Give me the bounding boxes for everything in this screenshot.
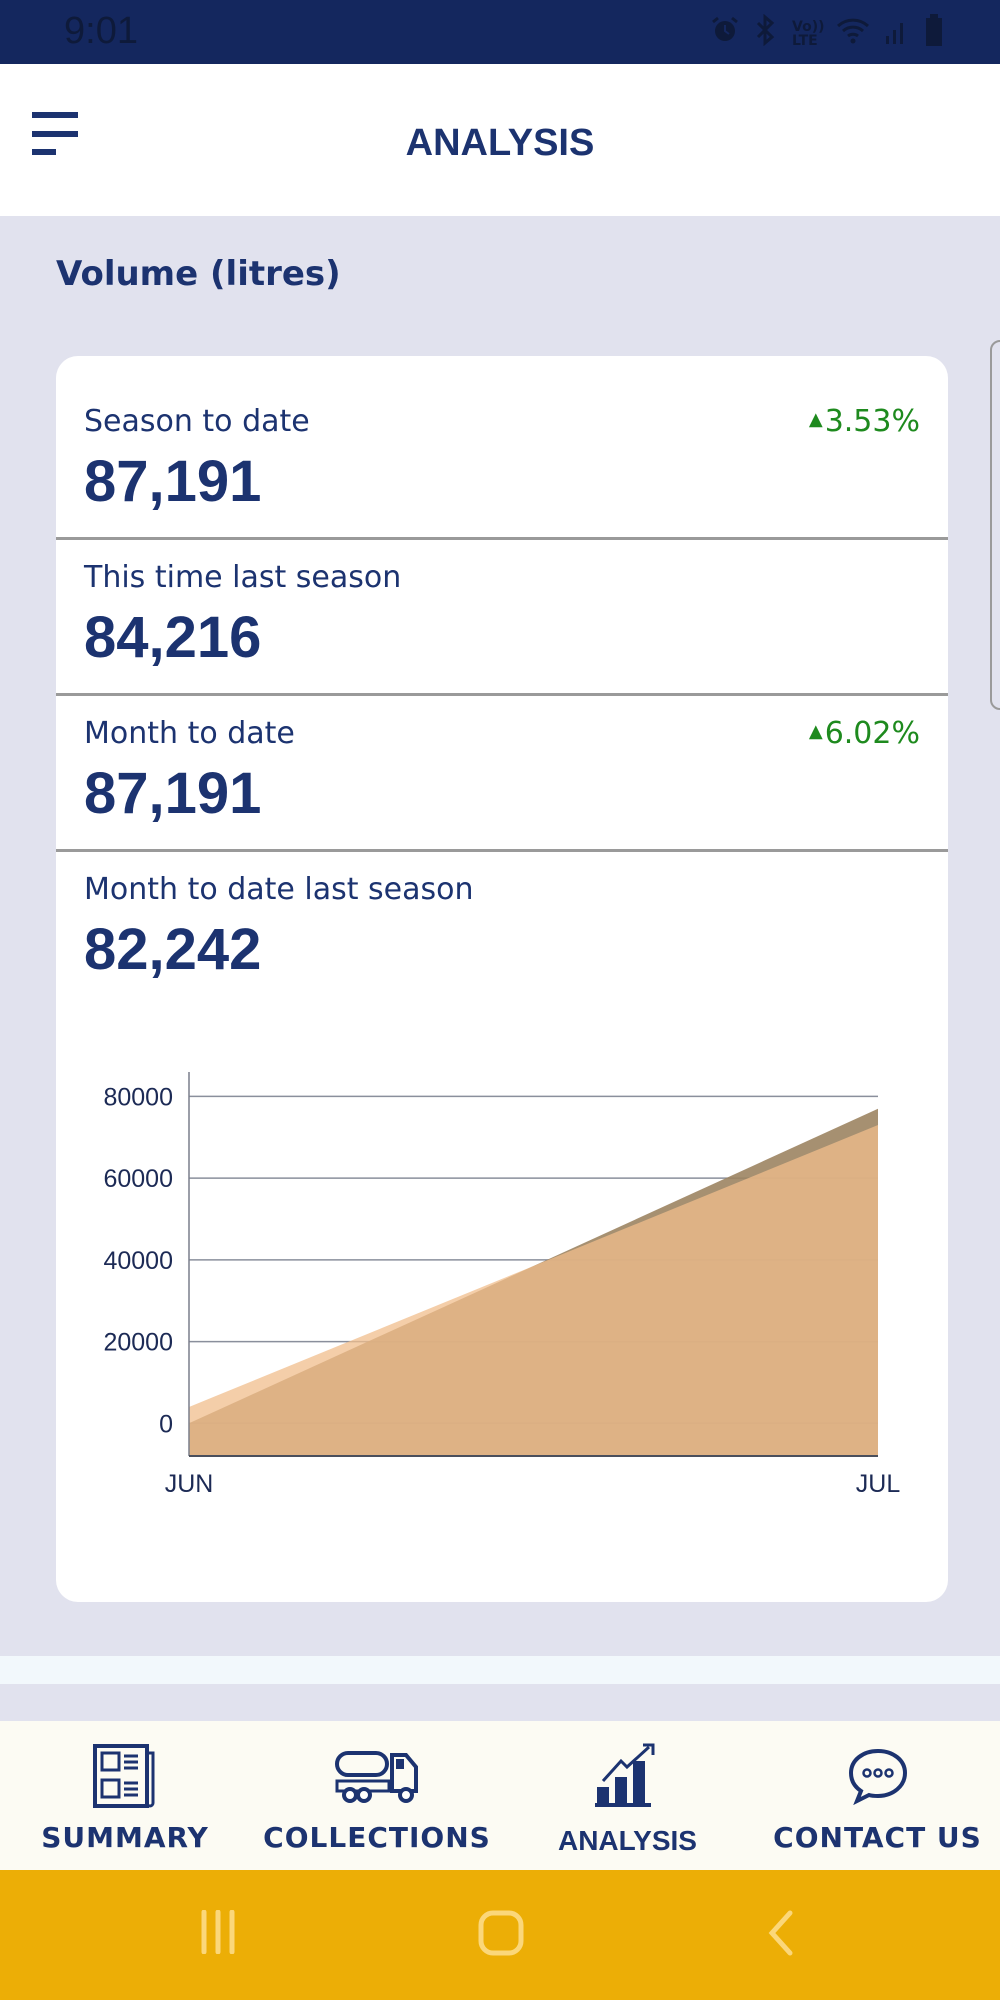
nav-collections[interactable]: COLLECTIONS xyxy=(262,1721,492,1870)
y-tick-label: 20000 xyxy=(103,1329,173,1357)
stat-label: Season to date xyxy=(84,404,310,439)
stat-month-to-date: Month to date ▲6.02% 87,191 xyxy=(56,696,948,850)
wifi-icon xyxy=(836,16,870,51)
stat-season-to-date: Season to date ▲3.53% 87,191 xyxy=(56,356,948,538)
edge-panel-handle[interactable] xyxy=(990,340,1000,710)
stat-month-to-date-last-season: Month to date last season 82,242 xyxy=(56,852,948,1012)
stat-value: 87,191 xyxy=(84,761,262,826)
delta-badge: ▲3.53% xyxy=(808,404,920,439)
y-tick-label: 40000 xyxy=(103,1247,173,1275)
nav-label: ANALYSIS xyxy=(557,1825,697,1856)
signal-icon xyxy=(884,16,910,51)
chat-bubble-icon xyxy=(833,1741,923,1811)
stat-label: Month to date xyxy=(84,716,295,751)
stat-label: Month to date last season xyxy=(84,872,474,907)
page-title: ANALYSIS xyxy=(405,122,595,164)
app-bar: ANALYSIS xyxy=(0,64,1000,216)
home-icon[interactable] xyxy=(478,1910,524,1960)
x-tick-label: JUN xyxy=(165,1470,214,1496)
nav-analysis[interactable]: ANALYSIS xyxy=(540,1721,715,1870)
nav-summary[interactable]: SUMMARY xyxy=(30,1721,220,1870)
stat-label: This time last season xyxy=(84,560,402,595)
newspaper-icon xyxy=(80,1741,170,1811)
section-title: Volume (litres) xyxy=(56,254,341,294)
arrow-up-icon: ▲ xyxy=(808,409,823,430)
nav-contact-us[interactable]: CONTACT US xyxy=(770,1721,985,1870)
alarm-icon xyxy=(710,15,740,52)
content-strip xyxy=(0,1656,1000,1684)
nav-label: CONTACT US xyxy=(773,1821,982,1854)
status-icons: Vo)) LTE xyxy=(710,13,944,53)
y-tick-label: 0 xyxy=(159,1410,173,1438)
stat-value: 84,216 xyxy=(84,605,262,670)
volte-icon: Vo)) LTE xyxy=(792,18,825,49)
y-tick-label: 80000 xyxy=(103,1083,173,1111)
y-tick-label: 60000 xyxy=(103,1165,173,1193)
battery-icon xyxy=(924,14,944,53)
x-tick-label: JUL xyxy=(856,1470,901,1496)
nav-label: SUMMARY xyxy=(41,1821,209,1854)
arrow-up-icon: ▲ xyxy=(808,721,823,742)
volume-chart: 020000400006000080000JUNJULThisSeasonLas… xyxy=(56,1056,948,1496)
area-lastseason xyxy=(189,1125,878,1456)
volume-card: Season to date ▲3.53% 87,191 This time l… xyxy=(56,356,948,1602)
area-chart: 020000400006000080000JUNJULThisSeasonLas… xyxy=(103,1072,901,1496)
bar-chart-growth-icon xyxy=(583,1741,673,1811)
tanker-truck-icon xyxy=(332,1741,422,1811)
system-nav-bar xyxy=(0,1870,1000,2000)
bluetooth-icon xyxy=(754,13,778,53)
recent-apps-icon[interactable] xyxy=(198,1909,242,1958)
stat-this-time-last-season: This time last season 84,216 xyxy=(56,540,948,694)
nav-label: COLLECTIONS xyxy=(263,1821,491,1854)
stat-value: 82,242 xyxy=(84,917,262,982)
back-icon[interactable] xyxy=(766,1910,796,1960)
status-time: 9:01 xyxy=(64,10,138,52)
stat-value: 87,191 xyxy=(84,449,262,514)
delta-badge: ▲6.02% xyxy=(808,716,920,751)
status-bar: 9:01 Vo)) LTE xyxy=(0,0,1000,64)
bottom-nav: SUMMARY COLLECTIONS ANALYSIS CONTACT US xyxy=(0,1721,1000,1870)
